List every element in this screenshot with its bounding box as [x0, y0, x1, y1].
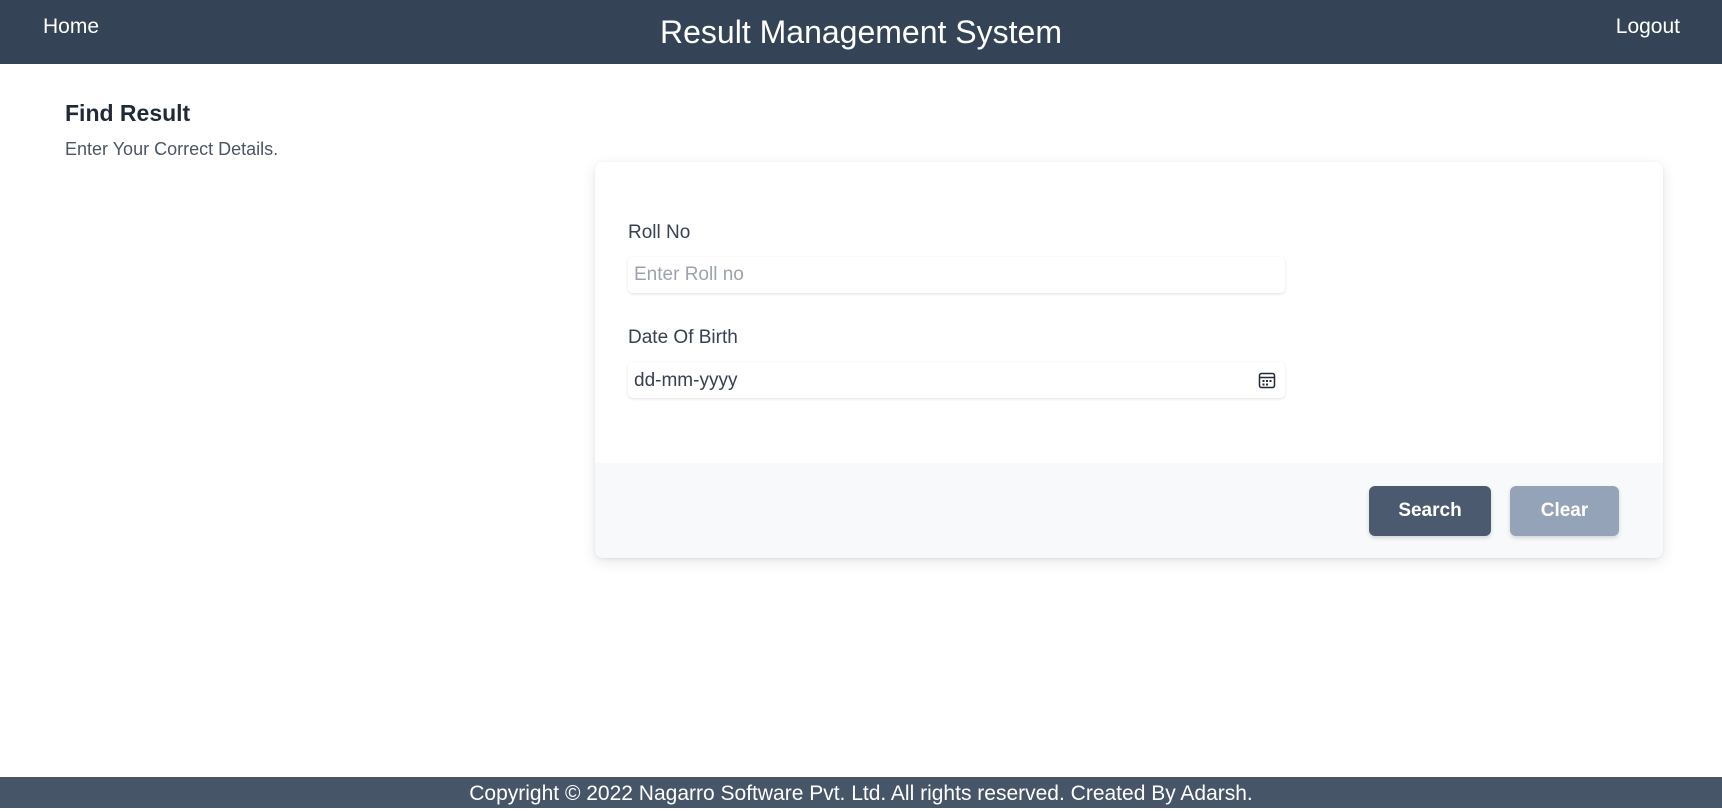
dob-placeholder: dd-mm-yyyy [634, 370, 738, 391]
clear-button[interactable]: Clear [1510, 486, 1619, 536]
page-subtitle: Enter Your Correct Details. [65, 139, 279, 159]
find-result-card: Roll No Date Of Birth dd-mm-yyyy Search … [595, 162, 1663, 558]
page-title: Find Result [65, 100, 191, 126]
calendar-icon[interactable] [1258, 371, 1276, 389]
search-button[interactable]: Search [1369, 486, 1491, 536]
form-actions: Search Clear [595, 463, 1663, 558]
roll-no-input[interactable] [628, 257, 1285, 293]
roll-no-label: Roll No [628, 222, 691, 243]
logout-link[interactable]: Logout [1616, 15, 1680, 39]
dob-label: Date Of Birth [628, 327, 738, 348]
top-navbar: Home Result Management System Logout [0, 0, 1722, 64]
copyright-footer: Copyright © 2022 Nagarro Software Pvt. L… [0, 777, 1722, 808]
app-title: Result Management System [660, 14, 1062, 50]
dob-input[interactable]: dd-mm-yyyy [628, 362, 1285, 398]
